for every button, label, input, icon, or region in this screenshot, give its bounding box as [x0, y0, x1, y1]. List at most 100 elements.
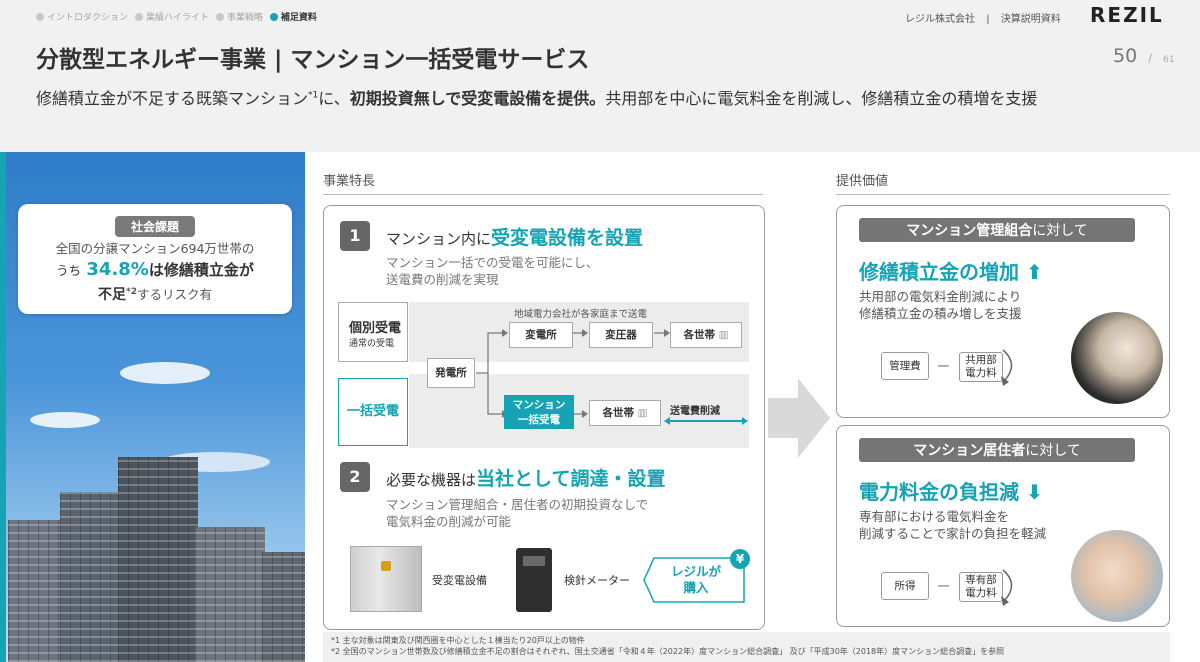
feature-heading-1: マンション内に受変電設備を設置	[386, 223, 643, 250]
pill-bold: マンション管理組合	[906, 223, 1033, 239]
bulk-receiving-box: 一括受電	[338, 378, 408, 446]
family-photo	[1071, 530, 1163, 622]
issue-percentage: 34.8%	[86, 259, 149, 280]
crumb-strategy[interactable]: 事業戦略	[215, 10, 263, 23]
curved-arrow-icon	[1001, 569, 1013, 606]
tag-line2: 電力料	[965, 587, 997, 599]
breadcrumb: イントロダクション 業績ハイライト 事業戦略 補足資料	[36, 10, 324, 23]
transmission-savings-label: 送電費削減	[670, 406, 720, 417]
features-box: 1 マンション内に受変電設備を設置 マンション一括での受電を可能にし、 送電費の削…	[323, 205, 765, 630]
page-current: 50	[1113, 45, 1138, 67]
dot-icon	[135, 12, 144, 21]
headline-text: 修繕積立金の増加	[859, 260, 1019, 284]
card-pill: マンション管理組合に対して	[859, 218, 1135, 242]
yen-coin-icon: ¥	[730, 549, 750, 569]
page-slash: /	[1148, 52, 1152, 65]
households-bottom-box: 各世帯 ▥	[589, 400, 661, 426]
feature-prefix: マンション内に	[386, 230, 492, 248]
page-total: 61	[1163, 55, 1175, 65]
issue-rest: するリスク有	[136, 287, 212, 303]
dot-icon	[269, 12, 278, 21]
arrow-up-icon: ⬆	[1025, 260, 1043, 284]
footnotes: *1 主な対象は関東及び関西圏を中心とした１棟当たり20戸以上の物件 *2 全国…	[323, 632, 1170, 662]
bulk-receiving-hub: マンション 一括受電	[504, 395, 574, 429]
card-pill: マンション居住者に対して	[859, 438, 1135, 462]
document-type: 決算説明資料	[1000, 14, 1061, 25]
footnote-2: *2 全国のマンション世帯数及び修繕積立金不足の割合はそれぞれ、国土交通省「令和…	[331, 647, 1005, 656]
crumb-appendix[interactable]: 補足資料	[269, 10, 317, 23]
pill-bold: マンション居住者	[913, 443, 1026, 459]
feature-prefix: 必要な機器は	[386, 471, 477, 489]
social-issue-badge: 社会課題	[114, 216, 195, 237]
common-power-tag: 共用部 電力料	[959, 352, 1003, 382]
issue-line2: うち 34.8%は修繕積立金が	[18, 259, 292, 282]
hub-line2: 一括受電	[518, 414, 560, 426]
pill-rest: に対して	[1025, 443, 1081, 459]
building-icon: ▥	[718, 329, 729, 341]
crumb-label: 事業戦略	[226, 13, 263, 23]
subtitle-text: 修繕積立金が不足する既築マンション	[36, 89, 309, 108]
building-icon: ▥	[637, 407, 648, 419]
substation-equipment-label: 受変電設備	[432, 574, 487, 587]
power-plant-box: 発電所	[427, 358, 475, 388]
value-heading: 提供価値	[836, 170, 1170, 195]
management-fee-tag: 管理費	[881, 352, 929, 380]
dot-icon	[36, 12, 44, 21]
crumb-label: 補足資料	[280, 13, 317, 23]
feature-number-2: 2	[340, 462, 370, 492]
meter-image	[516, 548, 552, 612]
crumb-highlights[interactable]: 業績ハイライト	[135, 10, 209, 23]
subtitle-text: 共用部を中心に電気料金を削減し、修繕積立金の積増を支援	[605, 89, 1038, 108]
card-headline: 電力料金の負担減 ⬇	[859, 476, 1043, 505]
desc-line: 電気料金の削減が可能	[386, 514, 512, 529]
pill-rest: に対して	[1032, 223, 1088, 239]
tag-line1: 共用部	[965, 354, 997, 366]
page-title: 分散型エネルギー事業 | マンション一括受電サービス	[36, 47, 590, 73]
header-meta: レジル株式会社 | 決算説明資料	[905, 10, 1061, 25]
desc-line: 修繕積立金の積み増しを支援	[859, 306, 1022, 321]
issue-line3: 不足*2するリスク有	[18, 282, 292, 305]
card-desc: 共用部の電気料金削減により 修繕積立金の積み増しを支援	[859, 288, 1022, 322]
feature-desc-1: マンション一括での受電を可能にし、 送電費の削減を実現	[386, 254, 599, 288]
features-heading: 事業特長	[323, 170, 763, 195]
crumb-label: 業績ハイライト	[146, 13, 209, 23]
card-desc: 専有部における電気料金を削減することで家計の負担を軽減	[859, 508, 1046, 542]
minus-sign: ー	[937, 360, 951, 375]
feature-number-1: 1	[340, 221, 370, 251]
purchase-line2: 購入	[683, 580, 709, 595]
desc-line: 専有部における電気料金を	[859, 509, 1010, 524]
crumb-intro[interactable]: イントロダクション	[36, 10, 128, 23]
tag-line2: 電力料	[965, 367, 997, 379]
desc-line: 削減することで家計の負担を軽減	[859, 526, 1047, 541]
arrow-down-icon: ⬇	[1025, 480, 1043, 504]
issue-suffix: は修繕積立金が	[148, 261, 254, 279]
warning-sign-icon	[381, 561, 391, 571]
tag-line1: 専有部	[965, 574, 997, 586]
value-card-association: マンション管理組合に対して 修繕積立金の増加 ⬆ 共用部の電気料金削減により 修繕…	[836, 205, 1170, 418]
arrow-right-icon	[768, 378, 830, 458]
substation-equipment-image	[350, 546, 422, 612]
desc-line: 共用部の電気料金削減により	[859, 289, 1022, 304]
company-name: レジル株式会社	[905, 14, 975, 25]
private-power-tag: 専有部 電力料	[959, 572, 1003, 602]
value-card-residents: マンション居住者に対して 電力料金の負担減 ⬇ 専有部における電気料金を削減する…	[836, 425, 1170, 627]
dot-icon	[215, 12, 224, 21]
individual-sub: 通常の受電	[349, 339, 395, 349]
purchase-line1: レジルが	[670, 564, 721, 579]
page-subtitle: 修繕積立金が不足する既築マンション*1に、初期投資無しで受変電設備を提供。共用部…	[36, 85, 1037, 109]
transformer-box: 変圧器	[589, 322, 653, 348]
accent-bar	[0, 152, 6, 662]
households-label: 各世帯	[683, 329, 715, 341]
social-issue-card: 社会課題 全国の分譲マンション694万世帯の うち 34.8%は修繕積立金が 不…	[18, 204, 292, 314]
meter-label: 検針メーター	[564, 574, 630, 587]
subtitle-text: に、	[318, 89, 350, 108]
feature-heading-2: 必要な機器は当社として調達・設置	[386, 464, 665, 491]
footnote-1: *1 主な対象は関東及び関西圏を中心とした１棟当たり20戸以上の物件	[331, 636, 585, 645]
feature-desc-2: マンション管理組合・居住者の初期投資なしで 電気料金の削減が可能	[386, 496, 648, 530]
feature-highlight: 受変電設備を設置	[491, 227, 644, 249]
desc-line: マンション管理組合・居住者の初期投資なしで	[386, 497, 649, 512]
headline-text: 電力料金の負担減	[859, 480, 1019, 504]
meter-display-icon	[523, 556, 545, 566]
curved-arrow-icon	[1001, 349, 1013, 386]
hub-line1: マンション	[512, 399, 566, 411]
